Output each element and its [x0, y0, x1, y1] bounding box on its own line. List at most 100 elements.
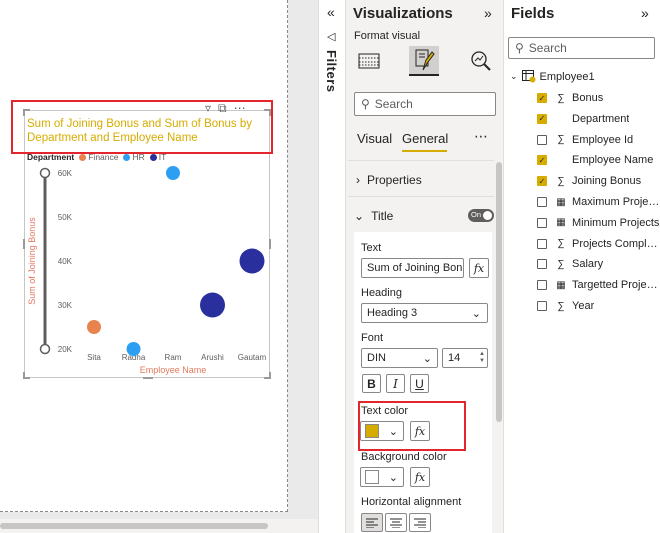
title-text-fx-button[interactable]: fx: [469, 258, 489, 278]
field-item[interactable]: ✓ Employee Name: [537, 151, 653, 169]
sigma-icon: ∑: [557, 300, 565, 312]
filters-label[interactable]: Filters: [324, 50, 339, 93]
horizontal-scrollbar[interactable]: [0, 519, 318, 533]
format-visual-tab[interactable]: [409, 46, 439, 76]
field-checkbox[interactable]: ✓: [537, 155, 547, 166]
field-item[interactable]: ✓ ∑ Joining Bonus: [537, 172, 641, 190]
field-checkbox[interactable]: ✓: [537, 113, 547, 124]
field-checkbox[interactable]: [537, 238, 547, 249]
calculator-icon: ▦: [556, 279, 566, 291]
chevron-down-icon: ⌄: [422, 352, 432, 365]
field-item[interactable]: ∑ Salary: [537, 255, 603, 273]
collapse-visualizations-icon[interactable]: »: [484, 5, 492, 21]
field-checkbox[interactable]: [537, 259, 547, 270]
field-name: Maximum Projects: [572, 196, 660, 208]
analytics-tab[interactable]: [466, 46, 496, 76]
background-color-fx-button[interactable]: fx: [410, 467, 430, 487]
field-item[interactable]: ∑ Employee Id: [537, 131, 633, 149]
visualizations-title: Visualizations: [353, 5, 453, 22]
text-color-highlight-box: [358, 401, 466, 451]
field-name: Employee Id: [572, 133, 634, 146]
sigma-icon: ∑: [557, 92, 565, 104]
field-checkbox[interactable]: [537, 301, 547, 311]
tab-general[interactable]: General: [402, 131, 448, 146]
field-item[interactable]: ∑ Year: [537, 297, 594, 315]
build-visual-tab[interactable]: [354, 46, 384, 76]
format-pane-scrollbar[interactable]: [496, 162, 502, 422]
legend-item[interactable]: HR: [123, 152, 145, 162]
field-item[interactable]: ▦ Maximum Projects: [537, 193, 660, 211]
tab-visual[interactable]: Visual: [357, 131, 392, 146]
font-size-stepper[interactable]: 14 ▲ ▼: [442, 348, 488, 368]
field-item[interactable]: ✓ Department: [537, 110, 629, 128]
text-label: Text: [361, 242, 382, 254]
field-checkbox[interactable]: [537, 280, 547, 291]
field-checkbox[interactable]: [537, 217, 547, 228]
font-size-value: 14: [448, 352, 461, 364]
table-icon: [521, 70, 536, 83]
search-placeholder: Search: [374, 97, 413, 111]
field-name: Joining Bonus: [572, 175, 642, 188]
field-item[interactable]: ▦ Minimum Projects: [537, 214, 659, 232]
search-icon: ⚲: [361, 97, 370, 111]
stepper-arrows-icon[interactable]: ▲ ▼: [479, 351, 485, 365]
calculator-icon: ▦: [556, 196, 566, 208]
align-right-button[interactable]: [409, 513, 431, 532]
properties-section[interactable]: › Properties: [356, 173, 422, 187]
chevron-right-icon: ›: [356, 173, 360, 187]
title-toggle[interactable]: On: [468, 209, 494, 222]
title-highlight-box: [11, 100, 273, 154]
collapse-fields-icon[interactable]: »: [641, 5, 649, 21]
table-grid-icon: [358, 53, 380, 69]
field-item[interactable]: ✓ ∑ Bonus: [537, 89, 603, 107]
more-tabs-icon[interactable]: ⋯: [474, 128, 489, 145]
table-employee1[interactable]: ⌄ Employee1: [510, 70, 595, 83]
toggle-knob: [483, 211, 492, 220]
scrollbar-thumb[interactable]: [0, 523, 268, 529]
background-color-label: Background color: [361, 451, 447, 463]
chevron-down-icon: ⌄: [354, 209, 365, 223]
resize-handle[interactable]: [143, 377, 153, 379]
chart-legend[interactable]: Department Finance HR IT: [27, 152, 166, 162]
toggle-label: On: [471, 210, 482, 219]
resize-handle[interactable]: [23, 239, 25, 249]
field-name: Projects Complet...: [572, 237, 660, 250]
field-checkbox[interactable]: [537, 134, 547, 145]
field-name: Employee Name: [572, 154, 654, 167]
field-checkbox[interactable]: [537, 197, 547, 207]
sigma-icon: ∑: [557, 258, 565, 270]
legend-item[interactable]: Finance: [79, 152, 118, 162]
field-checkbox[interactable]: ✓: [537, 93, 547, 103]
title-text-input[interactable]: Sum of Joining Bonu: [361, 258, 464, 278]
fields-search-input[interactable]: ⚲ Search: [508, 37, 655, 59]
field-item[interactable]: ∑ Projects Complet...: [537, 235, 660, 253]
align-center-icon: [390, 518, 402, 528]
heading-dropdown[interactable]: Heading 3 ⌄: [361, 303, 488, 323]
legend-title: Department: [27, 152, 75, 162]
heading-value: Heading 3: [367, 307, 418, 319]
bold-button[interactable]: B: [362, 374, 381, 393]
field-name: Targetted Projects: [572, 279, 660, 292]
field-checkbox[interactable]: ✓: [537, 176, 547, 187]
italic-button[interactable]: I: [386, 374, 405, 393]
resize-handle[interactable]: [269, 372, 271, 379]
font-label: Font: [361, 332, 384, 344]
sigma-icon: ∑: [557, 238, 565, 250]
align-right-icon: [414, 518, 426, 528]
underline-button[interactable]: U: [410, 374, 429, 393]
resize-handle[interactable]: [23, 372, 25, 379]
legend-swatch: [123, 154, 131, 161]
legend-item[interactable]: IT: [149, 152, 166, 162]
align-left-button[interactable]: [361, 513, 383, 532]
expand-filters-icon[interactable]: «: [327, 4, 335, 20]
title-section[interactable]: ⌄ Title: [354, 209, 393, 223]
font-family-dropdown[interactable]: DIN ⌄: [361, 348, 438, 368]
table-name: Employee1: [539, 70, 595, 83]
background-color-picker[interactable]: ⌄: [360, 467, 404, 487]
field-item[interactable]: ▦ Targetted Projects: [537, 276, 660, 294]
resize-handle[interactable]: [269, 239, 271, 249]
background-color-swatch: [365, 470, 379, 484]
format-search-input[interactable]: ⚲ Search: [354, 92, 496, 116]
align-center-button[interactable]: [385, 513, 407, 532]
filters-pane-collapsed[interactable]: « ◁ Filters: [318, 0, 346, 533]
